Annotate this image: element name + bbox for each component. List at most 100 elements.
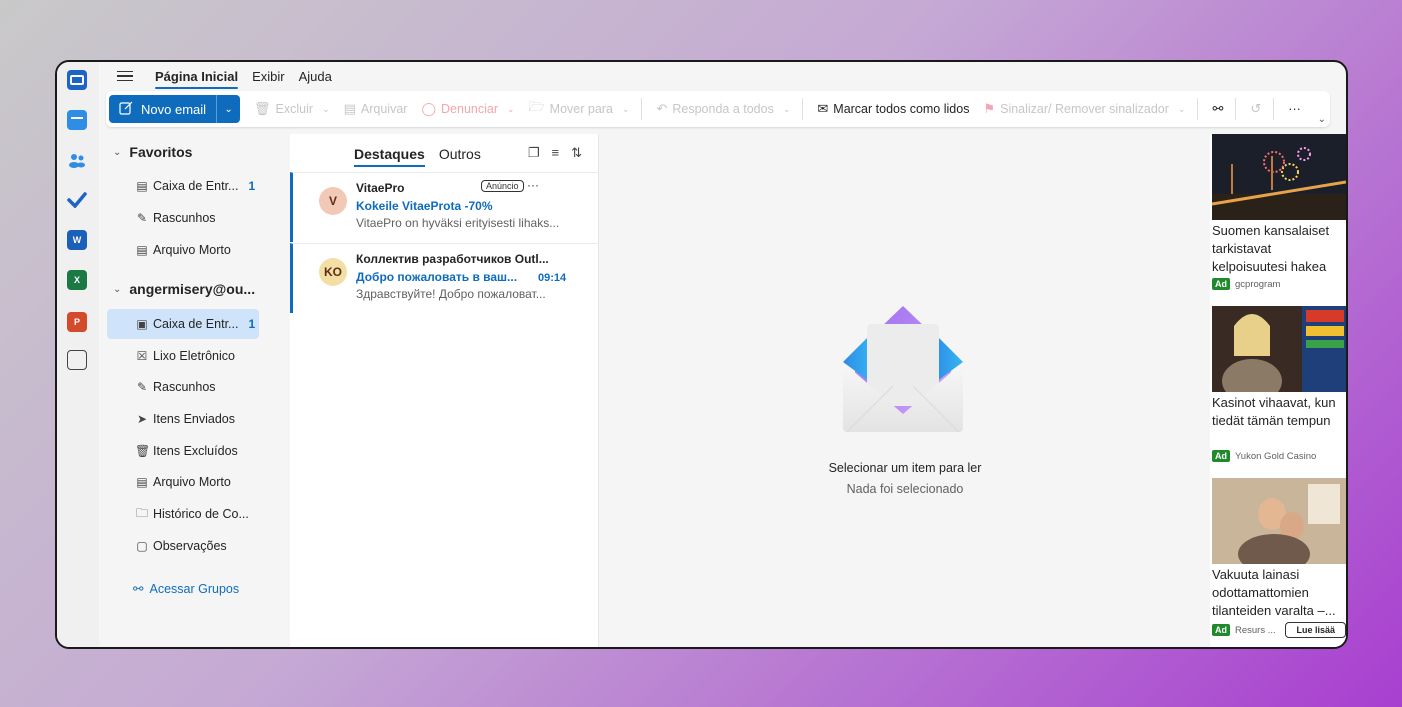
new-mail-button[interactable]: Novo email bbox=[109, 95, 217, 123]
new-mail-label: Novo email bbox=[141, 101, 207, 117]
open-envelope-icon: ✉ bbox=[817, 101, 829, 116]
folder-favorites-inbox[interactable]: ▤ Caixa de Entr... 1 bbox=[107, 171, 259, 201]
folder-drafts[interactable]: ✎ Rascunhos bbox=[107, 372, 259, 402]
ads-pane: Suomen kansalaiset tarkistavat kelpoisuu… bbox=[1210, 134, 1346, 647]
ad-text: Suomen kansalaiset tarkistavat kelpoisuu… bbox=[1212, 223, 1330, 274]
message-sender: Коллектив разработчиков Outl... bbox=[356, 252, 549, 266]
mail-app-icon[interactable] bbox=[67, 70, 87, 90]
tab-help[interactable]: Ajuda bbox=[299, 69, 332, 84]
folder-label: Lixo Eletrônico bbox=[153, 349, 235, 363]
tab-view[interactable]: Exibir bbox=[252, 69, 285, 84]
message-sender: VitaePro bbox=[356, 181, 405, 195]
message-subject: Добро пожаловать в ваш... bbox=[356, 270, 518, 284]
folder-inbox[interactable]: ▣ Caixa de Entr... 1 bbox=[107, 309, 259, 339]
message-item[interactable]: V VitaePro Anúncio ··· Kokeile VitaeProt… bbox=[290, 172, 598, 242]
archive-button[interactable]: ▤ Arquivar bbox=[344, 101, 408, 117]
toolbar-divider bbox=[1273, 98, 1275, 120]
move-to-label: Mover para bbox=[549, 102, 613, 116]
account-header[interactable]: ⌄ angermisery@ou... bbox=[113, 281, 255, 297]
filter-icon[interactable]: ≡ bbox=[552, 145, 560, 161]
folder-deleted[interactable]: 🗑 Itens Excluídos bbox=[107, 436, 259, 466]
note-icon: ▢ bbox=[136, 539, 148, 553]
folder-label: Arquivo Morto bbox=[153, 475, 231, 489]
ribbon-expand-icon[interactable]: ⌄ bbox=[1318, 114, 1326, 125]
ad-item[interactable]: Kasinot vihaavat, kun tiedät tämän tempu… bbox=[1212, 306, 1346, 462]
flag-button[interactable]: ⚑ Sinalizar/ Remover sinalizador ⌄ bbox=[983, 101, 1185, 117]
compose-icon bbox=[119, 101, 133, 118]
ad-image bbox=[1211, 134, 1346, 220]
toolbar-divider bbox=[802, 98, 804, 120]
ad-badge: Anúncio bbox=[481, 180, 524, 192]
mark-all-read-button[interactable]: ✉ Marcar todos como lidos bbox=[817, 101, 969, 117]
folder-conversation-history[interactable]: 🗀 Histórico de Co... bbox=[107, 499, 259, 529]
powerpoint-app-icon[interactable]: P bbox=[67, 312, 87, 332]
folder-favorites-drafts[interactable]: ✎ Rascunhos bbox=[107, 203, 259, 233]
ad-item[interactable]: Vakuuta lainasi odottamattomien tilantei… bbox=[1212, 478, 1346, 638]
chevron-down-icon: ⌄ bbox=[224, 103, 233, 115]
folder-favorites-archive[interactable]: ▤ Arquivo Morto bbox=[107, 235, 259, 265]
sort-icon[interactable]: ⇅ bbox=[571, 145, 582, 161]
folder-icon: 🗀 bbox=[135, 505, 148, 520]
tab-other[interactable]: Outros bbox=[439, 146, 481, 162]
favorites-header[interactable]: ⌄ Favoritos bbox=[113, 144, 192, 160]
delete-label: Excluir bbox=[275, 102, 314, 116]
menu-bar: Página Inicial Exibir Ajuda bbox=[117, 64, 346, 89]
word-app-icon[interactable]: W bbox=[67, 230, 87, 250]
chevron-down-icon: ⌄ bbox=[782, 103, 791, 114]
move-to-button[interactable]: 🗁 Mover para ⌄ bbox=[529, 98, 630, 120]
excel-app-icon[interactable]: X bbox=[67, 270, 87, 290]
ad-item[interactable]: Suomen kansalaiset tarkistavat kelpoisuu… bbox=[1211, 134, 1346, 290]
tab-home[interactable]: Página Inicial bbox=[155, 69, 239, 89]
folder-archive[interactable]: ▤ Arquivo Morto bbox=[107, 467, 259, 497]
calendar-app-icon[interactable] bbox=[67, 110, 87, 130]
reply-all-button[interactable]: ↶ Responda a todos ⌄ bbox=[656, 101, 790, 117]
folder-label: Rascunhos bbox=[153, 211, 216, 225]
folder-notes[interactable]: ▢ Observações bbox=[107, 531, 259, 561]
hamburger-menu-icon[interactable] bbox=[117, 70, 133, 82]
ad-source: Ad gcprogram bbox=[1212, 278, 1346, 290]
shield-icon: ◯ bbox=[421, 101, 437, 116]
tab-focused[interactable]: Destaques bbox=[354, 146, 425, 167]
reply-all-icon: ↶ bbox=[656, 101, 668, 116]
archive-icon: ▤ bbox=[343, 101, 356, 116]
more-options-button[interactable]: ··· bbox=[1288, 102, 1301, 116]
read-more-button[interactable]: Lue lisää bbox=[1285, 622, 1346, 638]
access-groups-link[interactable]: ⚯ Acessar Grupos bbox=[133, 581, 239, 597]
select-icon[interactable]: ❐ bbox=[528, 145, 540, 161]
reading-pane: Selecionar um item para ler Nada foi sel… bbox=[600, 134, 1210, 647]
archive-icon: ▤ bbox=[136, 475, 148, 489]
avatar: V bbox=[319, 187, 347, 215]
groups-button[interactable]: ⚯ bbox=[1212, 101, 1223, 117]
inbox-icon: ▣ bbox=[136, 317, 148, 331]
inbox-icon: ▤ bbox=[136, 179, 148, 193]
folder-sent[interactable]: ➤ Itens Enviados bbox=[107, 404, 259, 434]
folder-label: Histórico de Co... bbox=[153, 507, 249, 521]
report-button[interactable]: ◯ Denunciar ⌄ bbox=[421, 101, 514, 117]
message-item[interactable]: KO Коллектив разработчиков Outl... Добро… bbox=[290, 243, 598, 313]
account-label: angermisery@ou... bbox=[129, 281, 256, 297]
more-apps-icon[interactable] bbox=[67, 350, 87, 370]
folder-label: Observações bbox=[153, 539, 227, 553]
undo-button[interactable]: ↺ bbox=[1250, 101, 1261, 117]
ribbon-toolbar: Novo email ⌄ 🗑 Excluir ⌄ ▤ Arquivar ◯ Denunc… bbox=[106, 91, 1330, 127]
people-app-icon[interactable] bbox=[67, 150, 87, 170]
more-icon[interactable]: ··· bbox=[527, 178, 539, 192]
ad-text: Vakuuta lainasi odottamattomien tilantei… bbox=[1212, 567, 1336, 618]
folder-junk[interactable]: ☒ Lixo Eletrônico bbox=[107, 341, 259, 371]
ad-source-label: gcprogram bbox=[1235, 278, 1281, 290]
send-icon: ➤ bbox=[136, 412, 148, 426]
chevron-down-icon: ⌄ bbox=[1177, 103, 1186, 114]
ad-badge: Ad bbox=[1212, 450, 1230, 462]
folder-label: Rascunhos bbox=[153, 380, 216, 394]
todo-app-icon[interactable] bbox=[67, 190, 87, 210]
people-icon: ⚯ bbox=[133, 582, 144, 596]
new-mail-dropdown[interactable]: ⌄ bbox=[216, 95, 241, 123]
archive-label: Arquivar bbox=[360, 102, 408, 116]
ad-badge: Ad bbox=[1212, 278, 1230, 290]
app-rail: W X P bbox=[57, 62, 99, 647]
delete-button[interactable]: 🗑 Excluir ⌄ bbox=[254, 101, 330, 117]
report-label: Denunciar bbox=[441, 102, 498, 116]
ad-badge: Ad bbox=[1212, 624, 1230, 636]
trash-icon: 🗑 bbox=[135, 444, 151, 458]
pencil-icon: ✎ bbox=[136, 380, 148, 394]
